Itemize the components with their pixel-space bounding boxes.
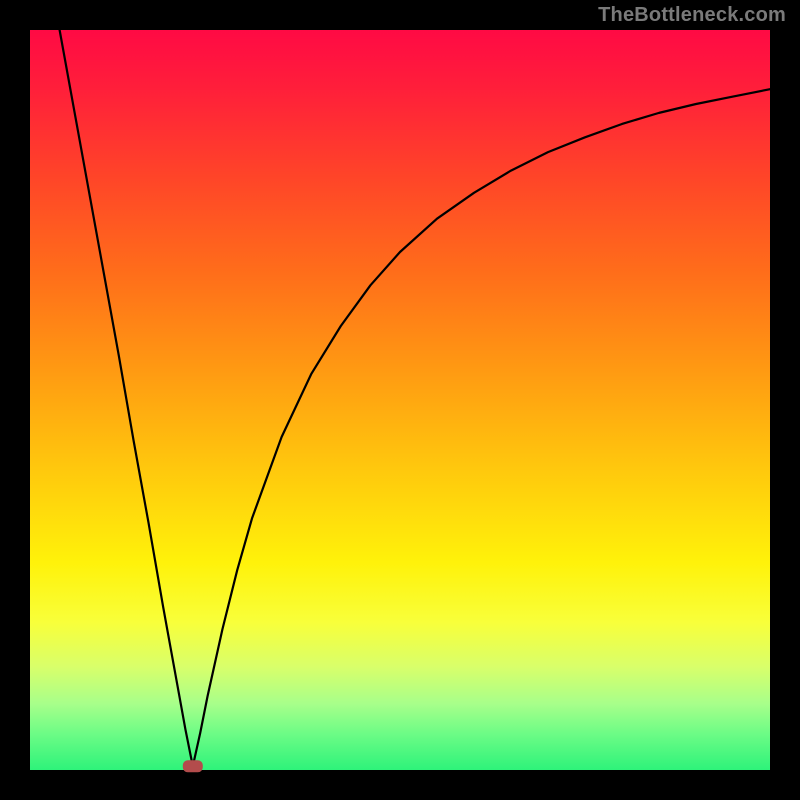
- chart-plot-area: [30, 30, 770, 770]
- watermark-text: TheBottleneck.com: [598, 4, 786, 27]
- chart-frame: TheBottleneck.com: [0, 0, 800, 800]
- bottleneck-curve: [60, 30, 770, 766]
- chart-svg: [30, 30, 770, 770]
- min-marker: [183, 760, 203, 772]
